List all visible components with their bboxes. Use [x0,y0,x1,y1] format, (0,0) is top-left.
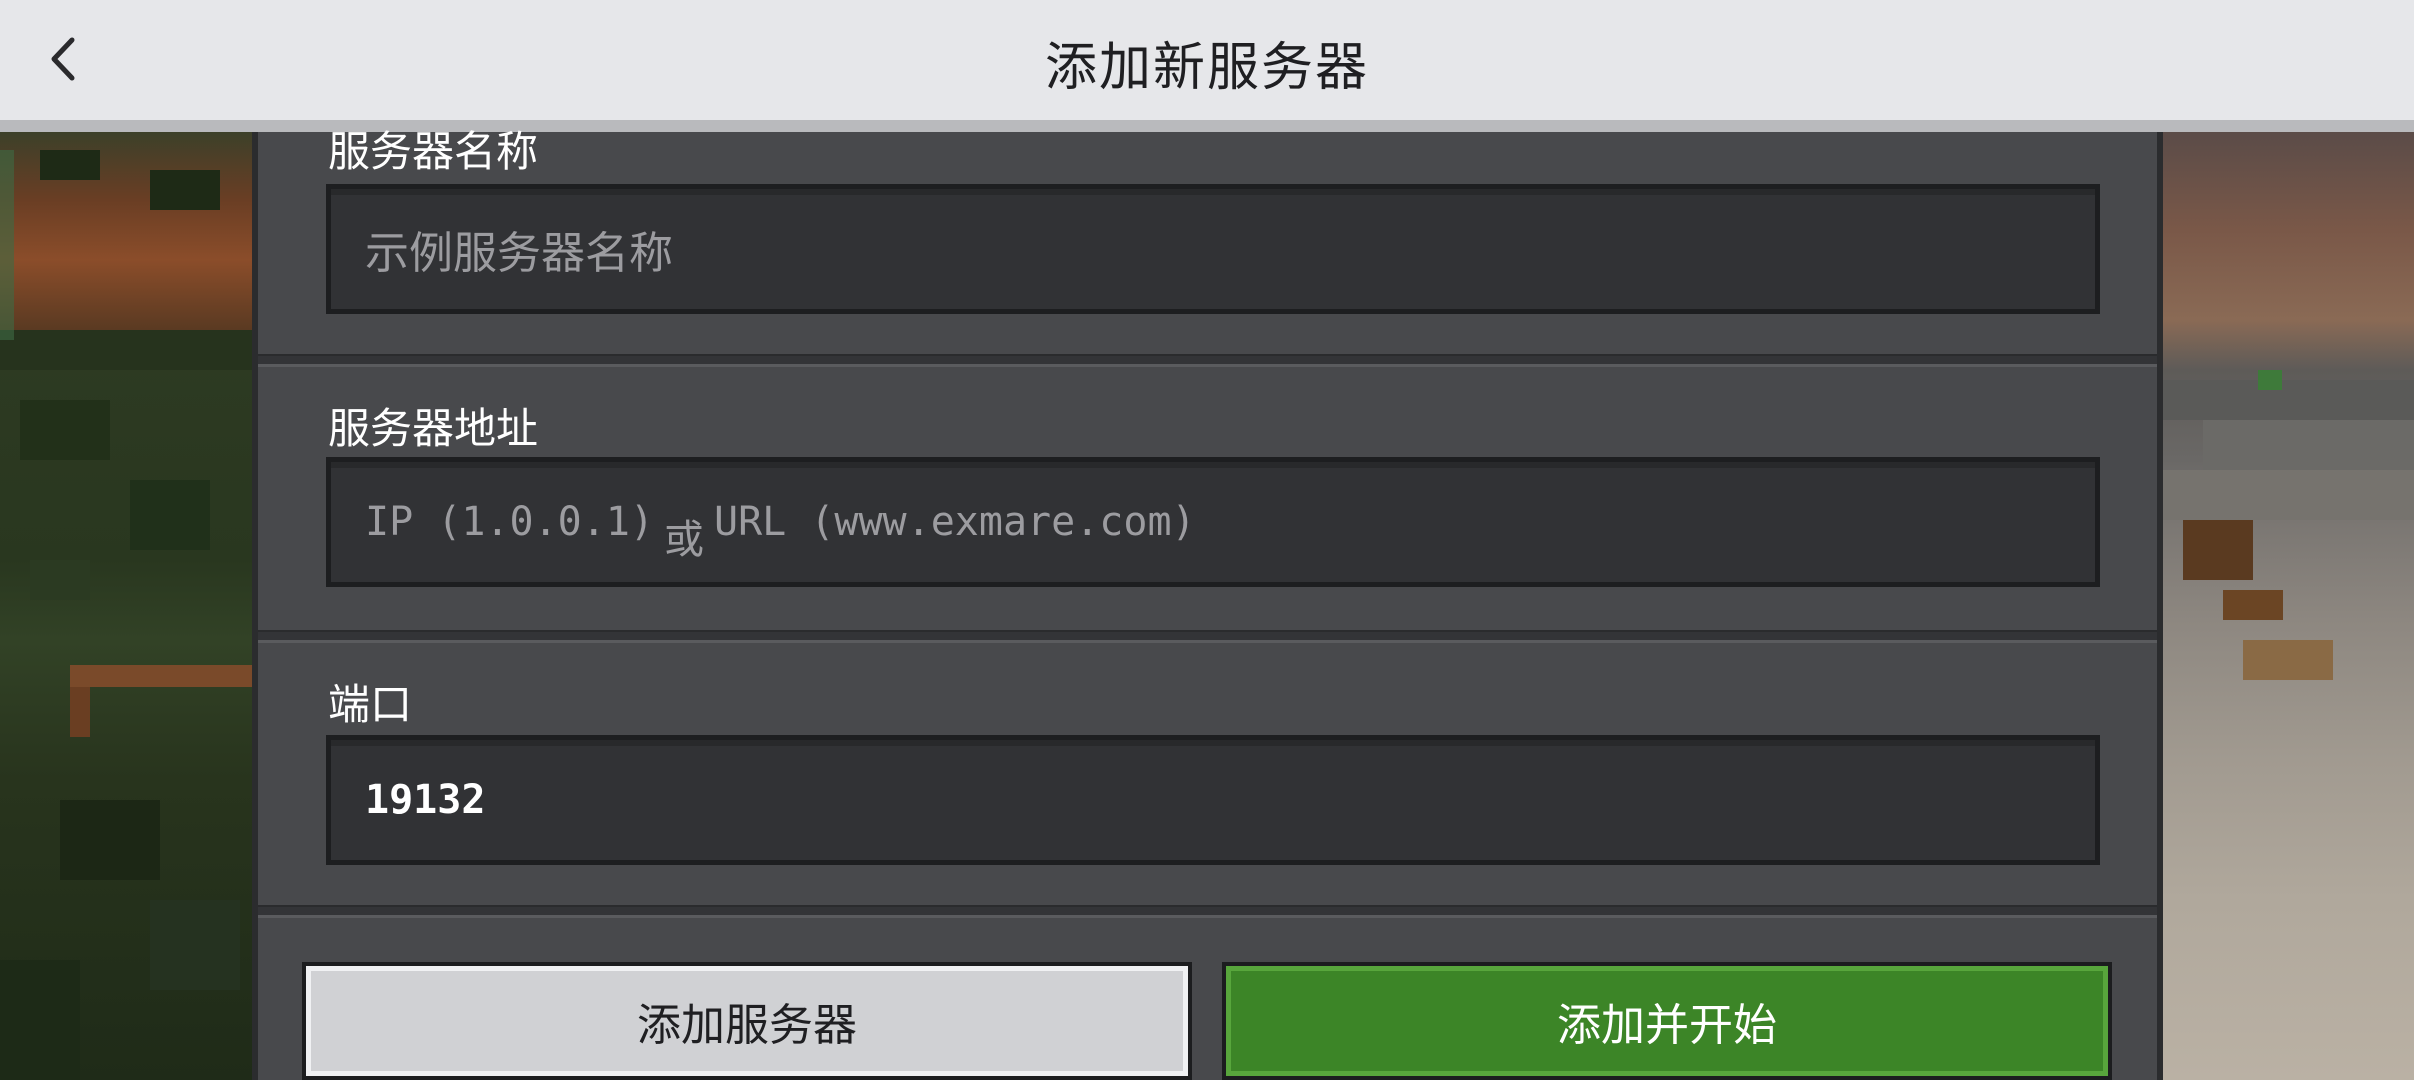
server-address-placeholder-url: URL (www.exmare.com) [713,499,1196,545]
server-address-section: 服务器地址 IP (1.0.0.1) 或 URL (www.exmare.com… [258,367,2157,632]
server-name-label: 服务器名称 [328,127,539,176]
section-divider [258,905,2157,918]
server-address-placeholder-ip: IP (1.0.0.1) [365,499,654,545]
server-form-panel: 服务器名称 示例服务器名称 服务器地址 IP (1.0.0.1) 或 URL (… [252,127,2163,1080]
add-server-screen: 添加新服务器 服务器名称 示例服务器名称 服务器地址 IP (1.0.0.1) … [0,0,2414,1080]
background-scenery-right [2163,0,2414,1080]
port-value: 19132 [365,777,486,823]
server-address-input[interactable]: IP (1.0.0.1) 或 URL (www.exmare.com) [326,457,2100,587]
server-address-label: 服务器地址 [328,404,539,453]
server-name-placeholder: 示例服务器名称 [365,228,673,279]
section-divider [258,630,2157,643]
page-title: 添加新服务器 [1044,37,1369,98]
add-server-button[interactable]: 添加服务器 [302,962,1192,1080]
top-bar: 添加新服务器 [0,0,2414,132]
add-and-start-button[interactable]: 添加并开始 [1222,962,2112,1080]
background-scenery-left [0,0,252,1080]
port-section: 端口 19132 [258,643,2157,908]
section-divider [258,354,2157,367]
server-address-placeholder-or: 或 [663,517,704,563]
server-name-input[interactable]: 示例服务器名称 [326,184,2100,314]
port-input[interactable]: 19132 [326,735,2100,865]
port-label: 端口 [328,680,413,729]
server-name-section: 服务器名称 示例服务器名称 [258,127,2157,357]
